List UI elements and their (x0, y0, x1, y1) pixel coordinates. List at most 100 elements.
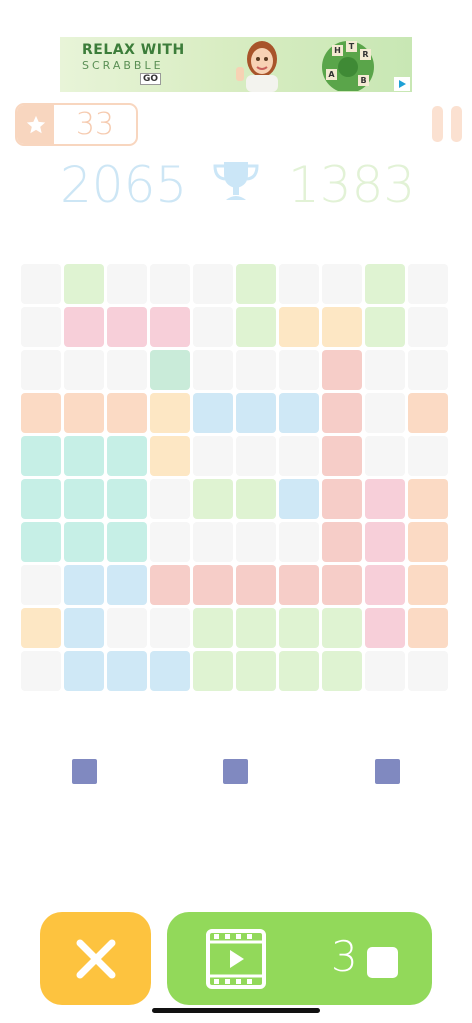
board-cell-salmon[interactable] (322, 350, 362, 390)
board-cell-empty[interactable] (21, 565, 61, 605)
watch-video-button[interactable]: 3 (167, 912, 432, 1005)
board-cell-teal[interactable] (64, 522, 104, 562)
board-cell-green[interactable] (279, 651, 319, 691)
board-cell-pink[interactable] (365, 565, 405, 605)
board-cell-empty[interactable] (236, 522, 276, 562)
board-cell-empty[interactable] (193, 436, 233, 476)
board-cell-empty[interactable] (21, 264, 61, 304)
board-cell-mint[interactable] (150, 350, 190, 390)
board-cell-green[interactable] (193, 479, 233, 519)
board-cell-blue[interactable] (64, 651, 104, 691)
board-cell-blue[interactable] (279, 479, 319, 519)
board-cell-empty[interactable] (365, 350, 405, 390)
board-cell-blue[interactable] (107, 565, 147, 605)
board-cell-green[interactable] (236, 264, 276, 304)
board-cell-empty[interactable] (193, 307, 233, 347)
board-cell-green[interactable] (64, 264, 104, 304)
pause-button[interactable] (432, 106, 462, 142)
board-cell-pink[interactable] (64, 307, 104, 347)
board-cell-teal[interactable] (107, 522, 147, 562)
board-cell-blue[interactable] (236, 393, 276, 433)
board-cell-green[interactable] (279, 608, 319, 648)
board-cell-empty[interactable] (107, 264, 147, 304)
board-cell-green[interactable] (193, 651, 233, 691)
board-cell-yellow[interactable] (150, 393, 190, 433)
board-cell-green[interactable] (365, 307, 405, 347)
board-cell-peach[interactable] (408, 522, 448, 562)
board-cell-yellow[interactable] (21, 608, 61, 648)
piece-slot-2[interactable] (223, 759, 248, 784)
board-cell-blue[interactable] (107, 651, 147, 691)
board-cell-peach[interactable] (408, 393, 448, 433)
board-cell-empty[interactable] (408, 264, 448, 304)
board-cell-empty[interactable] (21, 307, 61, 347)
board-cell-salmon[interactable] (322, 522, 362, 562)
board-cell-yellow[interactable] (322, 307, 362, 347)
board-cell-empty[interactable] (322, 264, 362, 304)
board-cell-empty[interactable] (236, 436, 276, 476)
board-cell-blue[interactable] (64, 608, 104, 648)
board-cell-empty[interactable] (150, 479, 190, 519)
board-cell-salmon[interactable] (236, 565, 276, 605)
board-cell-empty[interactable] (150, 264, 190, 304)
board-cell-green[interactable] (365, 264, 405, 304)
game-board[interactable] (21, 264, 448, 691)
board-cell-pink[interactable] (150, 307, 190, 347)
board-cell-teal[interactable] (64, 436, 104, 476)
board-cell-empty[interactable] (107, 608, 147, 648)
board-cell-salmon[interactable] (322, 436, 362, 476)
board-cell-empty[interactable] (150, 608, 190, 648)
board-cell-green[interactable] (322, 651, 362, 691)
board-cell-empty[interactable] (21, 350, 61, 390)
board-cell-teal[interactable] (21, 522, 61, 562)
board-cell-green[interactable] (236, 479, 276, 519)
board-cell-empty[interactable] (236, 350, 276, 390)
board-cell-teal[interactable] (21, 479, 61, 519)
board-cell-salmon[interactable] (150, 565, 190, 605)
close-button[interactable] (40, 912, 151, 1005)
board-cell-empty[interactable] (365, 651, 405, 691)
board-cell-yellow[interactable] (150, 436, 190, 476)
board-cell-pink[interactable] (365, 479, 405, 519)
board-cell-teal[interactable] (107, 479, 147, 519)
board-cell-green[interactable] (236, 651, 276, 691)
piece-slot-1[interactable] (72, 759, 97, 784)
board-cell-blue[interactable] (193, 393, 233, 433)
board-cell-teal[interactable] (64, 479, 104, 519)
board-cell-peach[interactable] (21, 393, 61, 433)
board-cell-blue[interactable] (64, 565, 104, 605)
board-cell-green[interactable] (236, 307, 276, 347)
board-cell-salmon[interactable] (322, 393, 362, 433)
board-cell-green[interactable] (193, 608, 233, 648)
board-cell-empty[interactable] (365, 436, 405, 476)
board-cell-pink[interactable] (107, 307, 147, 347)
home-indicator[interactable] (152, 1008, 320, 1013)
ad-banner[interactable]: RELAX WITH SCRABBLE GO H T R A B (60, 37, 412, 92)
board-cell-salmon[interactable] (322, 479, 362, 519)
board-cell-empty[interactable] (408, 350, 448, 390)
board-cell-green[interactable] (236, 608, 276, 648)
board-cell-empty[interactable] (365, 393, 405, 433)
board-cell-empty[interactable] (193, 350, 233, 390)
board-cell-empty[interactable] (279, 436, 319, 476)
board-cell-blue[interactable] (279, 393, 319, 433)
board-cell-peach[interactable] (408, 608, 448, 648)
board-cell-peach[interactable] (408, 479, 448, 519)
ad-choices-icon[interactable] (394, 77, 410, 91)
board-cell-pink[interactable] (365, 608, 405, 648)
board-cell-empty[interactable] (193, 522, 233, 562)
board-cell-empty[interactable] (408, 651, 448, 691)
piece-slot-3[interactable] (375, 759, 400, 784)
board-cell-empty[interactable] (408, 307, 448, 347)
board-cell-empty[interactable] (64, 350, 104, 390)
board-cell-green[interactable] (322, 608, 362, 648)
board-cell-empty[interactable] (279, 264, 319, 304)
board-cell-peach[interactable] (408, 565, 448, 605)
board-cell-pink[interactable] (365, 522, 405, 562)
board-cell-empty[interactable] (107, 350, 147, 390)
board-cell-empty[interactable] (279, 522, 319, 562)
board-cell-peach[interactable] (64, 393, 104, 433)
board-cell-salmon[interactable] (279, 565, 319, 605)
board-cell-teal[interactable] (107, 436, 147, 476)
board-cell-blue[interactable] (150, 651, 190, 691)
